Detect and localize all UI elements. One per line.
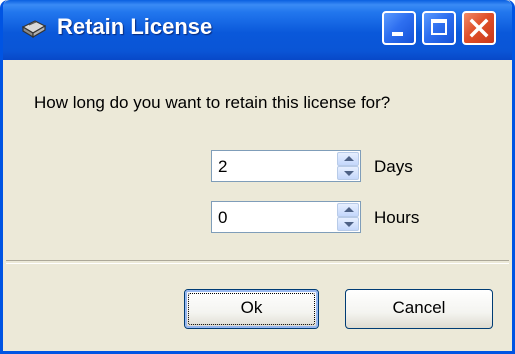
ok-button[interactable]: Ok [184, 289, 319, 329]
arrow-up-icon [344, 156, 354, 161]
window-title: Retain License [57, 14, 213, 39]
dialog-body: How long do you want to retain this lice… [6, 60, 509, 351]
maximize-button[interactable] [422, 11, 456, 45]
days-increment-button[interactable] [337, 152, 359, 166]
arrow-down-icon [344, 222, 354, 227]
cancel-button[interactable]: Cancel [345, 289, 493, 329]
hours-input[interactable]: 0 [218, 208, 227, 228]
cancel-button-label: Cancel [392, 298, 446, 317]
days-spinner[interactable]: 2 [211, 150, 361, 182]
hours-label: Hours [374, 208, 420, 227]
days-spinner-buttons [337, 152, 359, 180]
minimize-button[interactable] [382, 11, 416, 45]
days-input[interactable]: 2 [218, 157, 227, 177]
ok-button-label: Ok [240, 298, 263, 317]
close-icon [469, 18, 489, 38]
hours-spinner[interactable]: 0 [211, 201, 361, 233]
days-label: Days [374, 157, 413, 176]
license-icon [21, 20, 47, 39]
minimize-icon [392, 32, 403, 36]
arrow-up-icon [344, 207, 354, 212]
retain-license-dialog: Retain License How long do you want to r… [0, 0, 515, 354]
hours-decrement-button[interactable] [337, 217, 359, 231]
title-bar[interactable]: Retain License [3, 0, 512, 60]
close-button[interactable] [462, 11, 496, 45]
maximize-icon [431, 19, 447, 35]
days-decrement-button[interactable] [337, 166, 359, 180]
arrow-down-icon [344, 171, 354, 176]
hours-spinner-buttons [337, 203, 359, 231]
divider [6, 260, 509, 264]
hours-increment-button[interactable] [337, 203, 359, 217]
retain-question: How long do you want to retain this lice… [34, 93, 391, 112]
